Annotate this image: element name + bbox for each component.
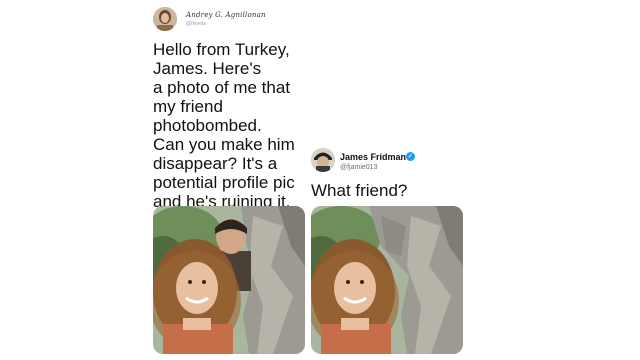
handle: @Ifeyela	[186, 21, 206, 27]
tweet-text: What friend?	[311, 181, 408, 200]
display-name[interactable]: Andrey G. Agnillonan	[186, 11, 266, 19]
tweet-text: Hello from Turkey, James. Here's a photo…	[153, 40, 295, 211]
verified-badge-icon: ✓	[406, 152, 415, 161]
avatar[interactable]	[311, 148, 335, 172]
photo-edited-image[interactable]	[311, 206, 463, 354]
handle: @fjamie013	[340, 164, 378, 171]
display-name[interactable]: James Fridman	[340, 152, 406, 162]
avatar[interactable]	[153, 7, 177, 31]
photo-with-friend-image[interactable]	[153, 206, 305, 354]
